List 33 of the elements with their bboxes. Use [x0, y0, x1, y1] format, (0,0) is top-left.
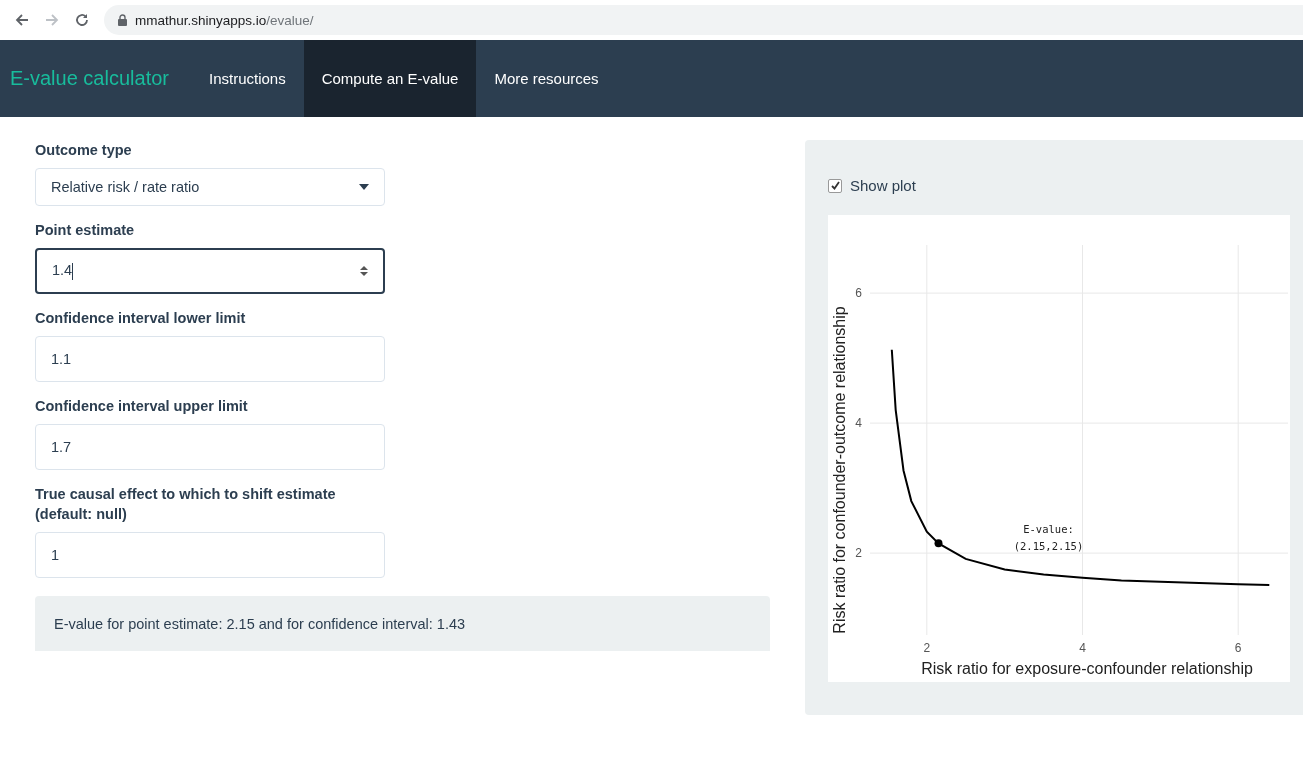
caret-icon — [359, 184, 369, 190]
lock-icon — [118, 14, 127, 26]
result-text: E-value for point estimate: 2.15 and for confidence interval: 1.43 — [35, 596, 770, 651]
y-tick-label: 4 — [855, 416, 862, 431]
field-label: Point estimate — [35, 221, 136, 240]
input-field[interactable]: 1.4 — [35, 248, 385, 294]
x-tick-label: 6 — [1234, 641, 1242, 655]
dropdown[interactable]: Relative risk / rate ratio — [35, 168, 385, 206]
address-bar[interactable]: mmathur.shinyapps.io/evalue/ — [104, 5, 1303, 35]
nav-tab[interactable]: More resources — [476, 40, 617, 117]
app-title[interactable]: E-value calculator — [10, 67, 169, 90]
y-tick-label: 2 — [855, 546, 862, 561]
field-label: True causal effect to which to shift estimate (default: null) — [35, 485, 337, 524]
spinner-icon[interactable] — [360, 265, 368, 277]
e-value-point — [934, 539, 943, 548]
x-axis-title: Risk ratio for exposure-confounder relationship — [921, 660, 1253, 677]
x-tick-label: 2 — [923, 641, 931, 655]
checkbox[interactable] — [828, 178, 842, 193]
nav-tab[interactable]: Instructions — [190, 40, 304, 117]
reload-icon[interactable] — [74, 12, 90, 28]
input-field[interactable]: 1 — [35, 532, 385, 578]
checkbox-label[interactable]: Show plot — [850, 177, 916, 194]
annotation-label: E-value: (2.15,2.15) — [1013, 523, 1084, 553]
input-field[interactable]: 1.7 — [35, 424, 385, 470]
x-tick-label: 4 — [1079, 641, 1086, 655]
nav-tab[interactable]: Compute an E-value — [303, 40, 477, 117]
field-label: Confidence interval upper limit — [35, 397, 249, 416]
field-label: Outcome type — [35, 141, 133, 160]
y-axis-title: Risk ratio for confounder-outcome relationship — [831, 306, 848, 634]
y-tick-label: 6 — [855, 286, 862, 301]
input-field[interactable]: 1.1 — [35, 336, 385, 382]
field-label: Confidence interval lower limit — [35, 309, 247, 328]
back-icon[interactable] — [14, 12, 30, 28]
